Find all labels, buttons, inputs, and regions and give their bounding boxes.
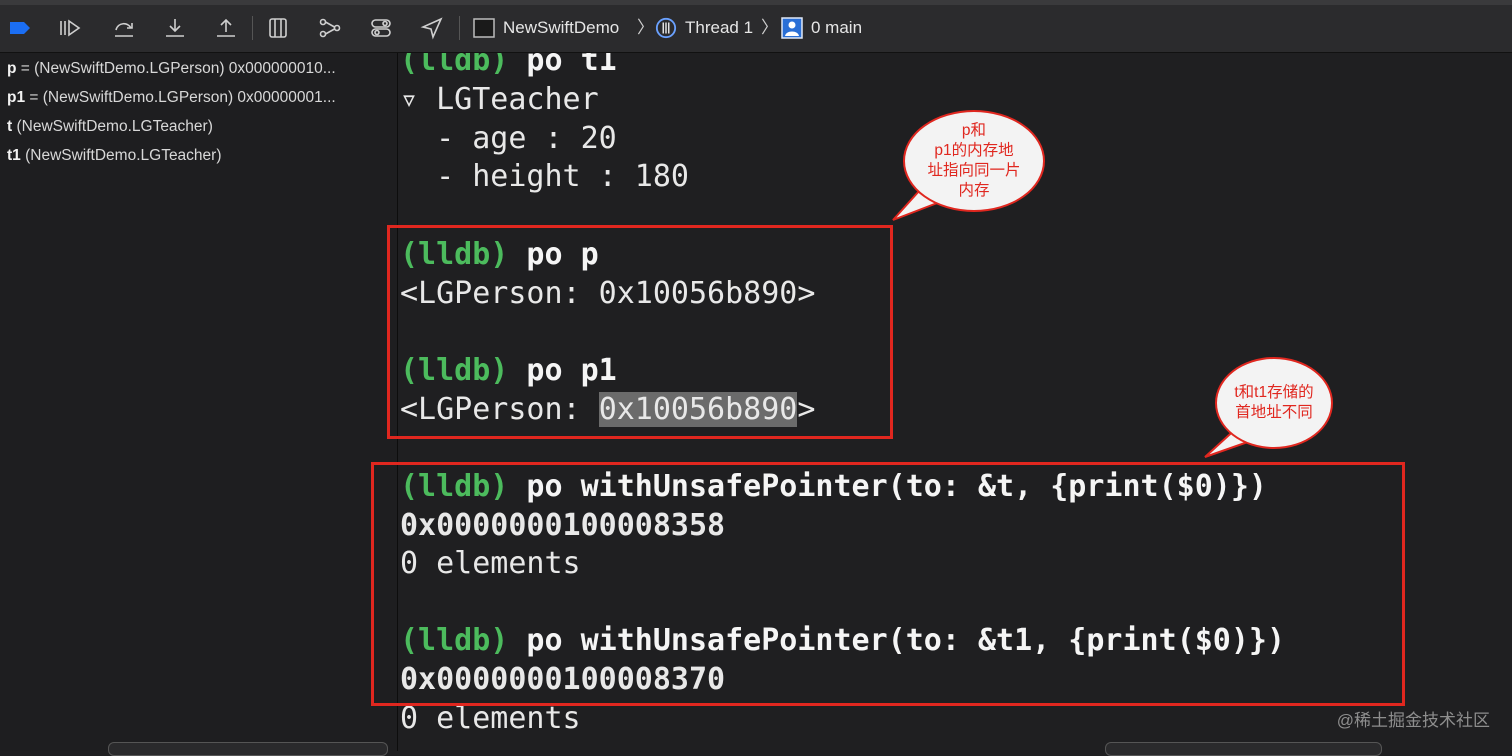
- breakpoint-toggle-icon[interactable]: [8, 16, 32, 40]
- variable-row[interactable]: t1 (NewSwiftDemo.LGTeacher): [7, 144, 392, 168]
- toolbar-divider: [252, 16, 253, 40]
- view-hierarchy-icon[interactable]: [266, 16, 290, 40]
- environment-overrides-icon[interactable]: [369, 16, 393, 40]
- watermark: @稀土掘金技术社区: [1336, 711, 1490, 730]
- console-line: ▿ LGTeacher: [400, 82, 599, 117]
- variable-row[interactable]: p = (NewSwiftDemo.LGPerson) 0x000000010.…: [7, 57, 392, 81]
- variable-row[interactable]: p1 = (NewSwiftDemo.LGPerson) 0x00000001.…: [7, 86, 392, 110]
- step-into-icon[interactable]: [163, 16, 187, 40]
- variables-filter-field[interactable]: [108, 742, 388, 756]
- simulate-location-icon[interactable]: [420, 16, 444, 40]
- annotation-box-p: [387, 225, 893, 439]
- memory-graph-icon[interactable]: [318, 16, 342, 40]
- variable-value: = (NewSwiftDemo.LGPerson) 0x000000010...: [16, 60, 336, 77]
- variable-row[interactable]: t (NewSwiftDemo.LGTeacher): [7, 115, 392, 139]
- variable-name: t1: [7, 147, 21, 164]
- annotation-box-t: [371, 462, 1405, 706]
- toolbar-divider: [459, 16, 460, 40]
- console-line: - age : 20: [400, 121, 617, 156]
- step-out-icon[interactable]: [214, 16, 238, 40]
- variables-view: p = (NewSwiftDemo.LGPerson) 0x000000010.…: [0, 53, 398, 751]
- continue-icon[interactable]: [58, 16, 82, 40]
- terminal-target-icon: [473, 18, 495, 38]
- user-frame-icon: [781, 17, 803, 39]
- debug-toolbar: NewSwiftDemo 〉 Thread 1 〉 0 main: [0, 0, 1512, 53]
- step-over-icon[interactable]: [112, 16, 136, 40]
- console-filter-field[interactable]: [1105, 742, 1382, 756]
- variable-value: (NewSwiftDemo.LGTeacher): [20, 147, 222, 164]
- breadcrumb-project[interactable]: NewSwiftDemo: [503, 18, 619, 38]
- thread-icon: [654, 17, 678, 39]
- annotation-bubble-p: p和 p1的内存地 址指向同一片 内存: [903, 110, 1045, 212]
- console-line: - height : 180: [400, 159, 689, 194]
- variable-name: p1: [7, 89, 26, 106]
- breadcrumb-thread[interactable]: Thread 1: [685, 18, 753, 38]
- chevron-right-icon: 〉: [761, 18, 778, 37]
- variable-value: (NewSwiftDemo.LGTeacher): [12, 118, 213, 135]
- breadcrumb-frame[interactable]: 0 main: [811, 18, 862, 38]
- annotation-bubble-t: t和t1存储的 首地址不同: [1215, 357, 1333, 449]
- variable-value: = (NewSwiftDemo.LGPerson) 0x00000001...: [25, 89, 336, 106]
- chevron-right-icon: 〉: [637, 18, 654, 37]
- console-line: (lldb) po t1: [400, 53, 617, 78]
